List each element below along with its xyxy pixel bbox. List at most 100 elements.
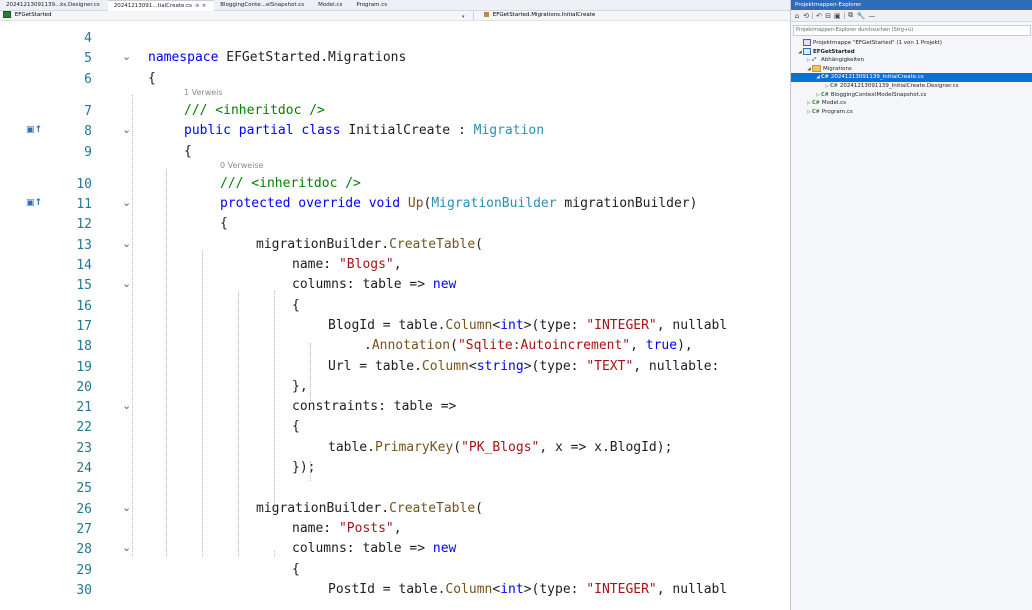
pin-icon[interactable]: ⊕ xyxy=(195,3,200,9)
back-icon[interactable]: ↶ xyxy=(816,12,822,20)
code-line: 5 ⌄ namespace EFGetStarted.Migrations xyxy=(0,49,790,69)
code-line: 26 ⌄ migrationBuilder.CreateTable( xyxy=(0,500,790,520)
preview-icon[interactable]: ⧉ xyxy=(848,11,854,20)
close-icon[interactable]: × xyxy=(202,3,207,9)
csharp-file-icon: C# xyxy=(830,82,838,89)
tree-node[interactable]: ▷C# BloggingContextModelSnapshot.cs xyxy=(791,91,1032,100)
indent-guide xyxy=(310,343,311,401)
csharp-file-icon: C# xyxy=(812,100,820,107)
code-text: { xyxy=(292,297,300,313)
reference-codelens[interactable]: 1 Verweis xyxy=(184,88,223,100)
toolbar-separator xyxy=(812,12,813,19)
tree-node-label: Program.cs xyxy=(821,108,853,115)
dependencies-icon: ₈⁰ xyxy=(812,57,817,64)
code-line: 9{ xyxy=(0,143,790,163)
tab-item[interactable]: BloggingConte...elSnapshot.cs xyxy=(214,0,312,10)
folder-icon xyxy=(812,64,821,72)
override-glyph-icon[interactable]: ▣↑ xyxy=(26,125,42,135)
fold-toggle-icon[interactable]: ⌄ xyxy=(122,237,131,250)
pin-icon[interactable]: — xyxy=(868,12,875,20)
project-dropdown[interactable]: EFGetStarted ▾ xyxy=(0,11,474,20)
tree-node[interactable]: ◢C# 20241213091139_InitialCreate.cs xyxy=(791,73,1032,82)
tree-node[interactable]: ▷C# Program.cs xyxy=(791,108,1032,117)
fold-toggle-icon[interactable]: ⌄ xyxy=(122,501,131,514)
line-number: 9 xyxy=(84,144,92,160)
code-line: 15 ⌄ columns: table => new xyxy=(0,276,790,296)
code-text: { xyxy=(220,216,228,232)
code-editor[interactable]: 4 5 ⌄ namespace EFGetStarted.Migrations 6 {1 … xyxy=(0,21,790,610)
sync-icon[interactable]: ⟲ xyxy=(803,12,809,20)
tree-node-label: Abhängigkeiten xyxy=(821,57,865,64)
toolbar-separator xyxy=(843,12,845,19)
line-number: 4 xyxy=(84,31,92,46)
tab-item[interactable]: 20241213091...tialCreate.cs ⊕ × xyxy=(107,0,215,11)
line-number: 17 xyxy=(76,318,92,334)
properties-icon[interactable]: 🔧 xyxy=(857,12,866,20)
fold-toggle-icon[interactable]: ⌄ xyxy=(122,541,131,554)
document-tab-bar: 20241213091139...ks.Designer.cs 202412130… xyxy=(0,0,790,11)
member-dropdown[interactable]: EFGetStarted.Migrations.InitialCreate xyxy=(484,11,595,20)
tree-node-label: BloggingContextModelSnapshot.cs xyxy=(830,91,927,98)
csharp-file-icon: C# xyxy=(821,74,829,81)
code-line: ▣↑ 11 ⌄ protected override void Up(Migratio… xyxy=(0,195,790,215)
fold-toggle-icon[interactable]: ⌄ xyxy=(122,399,131,412)
collapse-icon[interactable]: ⊟ xyxy=(825,12,831,20)
code-text: name: "Blogs", xyxy=(292,257,402,272)
code-line: 16 { xyxy=(0,297,790,317)
line-number: 21 xyxy=(76,400,92,416)
fold-toggle-icon[interactable]: ⌄ xyxy=(122,50,131,63)
code-line: 28 ⌄ columns: table => new xyxy=(0,540,790,560)
code-line: 13 ⌄ migrationBuilder.CreateTable( xyxy=(0,236,790,256)
code-text: /// <inheritdoc /> xyxy=(184,102,325,118)
line-number: 6 xyxy=(84,71,92,87)
code-line: 4 xyxy=(0,29,790,49)
tree-node[interactable]: ◢ Migrations xyxy=(791,64,1032,74)
fold-toggle-icon[interactable]: ⌄ xyxy=(122,277,131,290)
code-line: 22 { xyxy=(0,418,790,438)
code-line: 23 table.PrimaryKey("PK_Blogs", x => x.Bl… xyxy=(0,439,790,459)
tab-item[interactable]: Program.cs xyxy=(350,0,395,10)
fold-toggle-icon[interactable]: ⌄ xyxy=(122,123,131,136)
tab-item[interactable]: Model.cs xyxy=(312,0,350,10)
code-text: name: "Posts", xyxy=(292,520,402,536)
indent-guide xyxy=(202,251,203,556)
code-line: 7 /// <inheritdoc /> xyxy=(0,102,790,122)
line-number: 27 xyxy=(76,521,92,537)
line-number: 7 xyxy=(84,103,92,119)
code-text: }); xyxy=(292,460,316,475)
solution-tree: Projektmappe "EFGetStarted" (1 von 1 Pro… xyxy=(791,39,1032,116)
tab-label: Model.cs xyxy=(318,2,343,8)
code-text: /// <inheritdoc /> xyxy=(220,175,361,191)
line-number: 25 xyxy=(76,481,92,497)
tab-item[interactable]: 20241213091139...ks.Designer.cs xyxy=(0,0,108,10)
fold-toggle-icon[interactable]: ⌄ xyxy=(122,196,131,209)
reference-codelens[interactable]: 0 Verweise xyxy=(220,161,263,173)
indent-guide xyxy=(132,95,133,556)
tree-node[interactable]: Projektmappe "EFGetStarted" (1 von 1 Pro… xyxy=(791,39,1032,48)
tab-label: 20241213091...tialCreate.cs xyxy=(113,3,193,9)
code-line: 30 PostId = table.Column<int>(type: "INTE… xyxy=(0,581,790,601)
line-number: 22 xyxy=(76,420,92,436)
panel-title[interactable]: Projektmappen-Explorer xyxy=(791,0,1032,10)
code-line: 12 { xyxy=(0,215,790,235)
tree-node[interactable]: ◢ EFGetStarted xyxy=(791,47,1032,57)
override-glyph-icon[interactable]: ▣↑ xyxy=(26,198,42,208)
code-line: 14 name: "Blogs", xyxy=(0,256,790,276)
show-all-icon[interactable]: ▣ xyxy=(834,12,841,20)
line-number: 18 xyxy=(76,339,92,355)
tree-node[interactable]: ▷C# Model.cs xyxy=(791,99,1032,108)
indent-guide xyxy=(238,291,239,556)
tree-node[interactable]: ▷₈⁰ Abhängigkeiten xyxy=(791,56,1032,65)
line-number: 29 xyxy=(76,562,92,578)
solution-search-input[interactable]: Projektmappen-Explorer durchsuchen (Strg… xyxy=(793,25,1031,36)
tree-node[interactable]: ▷C# 20241213091139_InitialCreate.Designer… xyxy=(791,82,1032,91)
code-line: 25 xyxy=(0,479,790,499)
line-number: 23 xyxy=(76,440,92,456)
indent-guide xyxy=(310,461,311,481)
line-number: 19 xyxy=(76,359,92,375)
code-line: 10 /// <inheritdoc /> xyxy=(0,175,790,195)
line-number: 30 xyxy=(76,582,92,598)
home-icon[interactable]: ⌂ xyxy=(794,12,800,20)
class-icon xyxy=(484,12,489,17)
panel-toolbar: ⌂ ⟲ ↶ ⊟ ▣ ⧉ 🔧 — xyxy=(791,10,1032,22)
